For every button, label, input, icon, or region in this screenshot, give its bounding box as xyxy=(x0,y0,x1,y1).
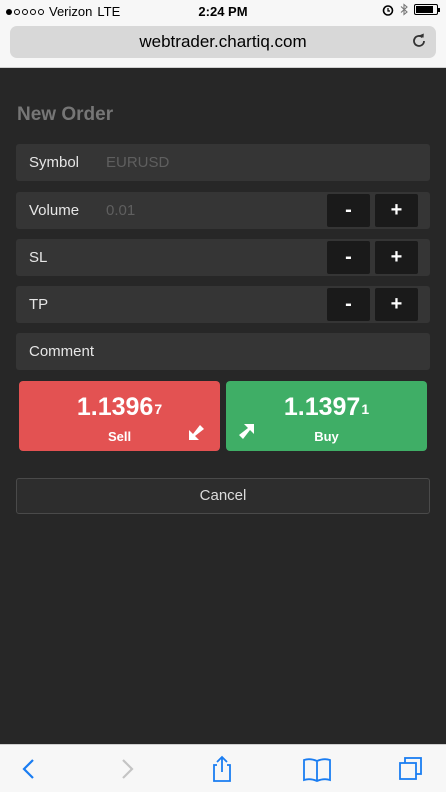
tabs-icon[interactable] xyxy=(396,755,426,783)
forward-icon[interactable] xyxy=(112,755,142,783)
sl-increment-button[interactable]: + xyxy=(375,241,418,274)
status-bar: Verizon LTE 2:24 PM xyxy=(0,0,446,22)
tp-label: TP xyxy=(29,296,49,313)
browser-address-area: webtrader.chartiq.com xyxy=(0,22,446,68)
symbol-field[interactable]: EURUSD xyxy=(106,154,169,171)
sell-button[interactable]: 1.13967 Sell xyxy=(19,381,220,451)
cancel-button[interactable]: Cancel xyxy=(16,478,430,514)
reload-icon[interactable] xyxy=(410,32,428,50)
sell-price: 1.13967 xyxy=(76,393,163,421)
status-time: 2:24 PM xyxy=(198,4,248,19)
browser-toolbar xyxy=(0,744,446,792)
tp-increment-button[interactable]: + xyxy=(375,288,418,321)
comment-label: Comment xyxy=(29,343,95,360)
alarm-icon xyxy=(382,4,394,16)
back-icon[interactable] xyxy=(14,755,44,783)
volume-increment-button[interactable]: + xyxy=(375,194,418,227)
sl-row: SL - + xyxy=(16,239,430,276)
tp-decrement-button[interactable]: - xyxy=(327,288,370,321)
page-title: New Order xyxy=(17,104,114,125)
address-bar[interactable]: webtrader.chartiq.com xyxy=(10,26,436,58)
buy-button[interactable]: 1.13971 Buy xyxy=(226,381,427,451)
buy-price: 1.13971 xyxy=(283,393,370,421)
volume-field[interactable]: 0.01 xyxy=(106,202,135,219)
tp-row: TP - + xyxy=(16,286,430,323)
symbol-label: Symbol xyxy=(29,154,80,171)
arrow-up-right-icon xyxy=(239,424,254,439)
buy-price-pip: 1 xyxy=(361,401,370,417)
arrow-down-left-icon xyxy=(189,425,204,440)
bookmarks-icon[interactable] xyxy=(302,755,332,783)
sl-decrement-button[interactable]: - xyxy=(327,241,370,274)
sl-label: SL xyxy=(29,249,48,266)
comment-field[interactable]: Comment xyxy=(16,333,430,370)
volume-label: Volume xyxy=(29,202,80,219)
status-right xyxy=(382,3,440,16)
volume-row: Volume 0.01 - + xyxy=(16,192,430,229)
symbol-row[interactable]: Symbol EURUSD xyxy=(16,144,430,181)
url-text[interactable]: webtrader.chartiq.com xyxy=(10,32,436,52)
volume-decrement-button[interactable]: - xyxy=(327,194,370,227)
share-icon[interactable] xyxy=(207,755,237,783)
battery-icon xyxy=(414,4,440,15)
bluetooth-icon xyxy=(400,3,408,16)
sell-price-pip: 7 xyxy=(154,401,163,417)
